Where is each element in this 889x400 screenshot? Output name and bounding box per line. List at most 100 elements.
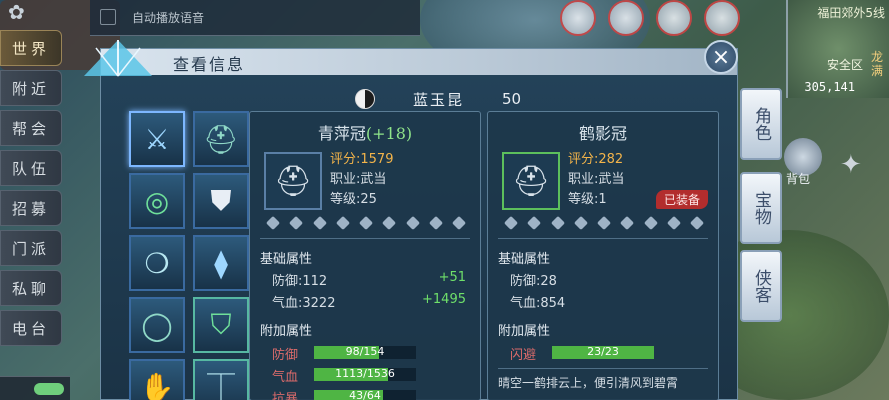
item-level: 等级:1 xyxy=(568,192,607,207)
gem-socket-icon xyxy=(405,215,420,231)
armor-icon: ⛊ xyxy=(210,184,232,217)
bag-label: 背包 xyxy=(786,172,811,186)
stat-bar-text: 43/64 xyxy=(349,389,381,400)
map-safe-zone: 安全区 xyxy=(826,58,863,72)
extra-stat-label: 气血 xyxy=(272,370,299,385)
score-label: 评分: xyxy=(330,152,361,167)
stat-bar-track: 43/64 xyxy=(314,389,416,400)
activity-icon[interactable] xyxy=(608,0,644,36)
item-info: 评分:282 职业:武当 等级:1 xyxy=(568,150,624,210)
map-location-name: 福田郊外5线 xyxy=(817,6,885,20)
claw-weapon-icon: ⚔ xyxy=(144,122,170,156)
equip-slot[interactable]: ◯ xyxy=(129,297,185,353)
equip-slot[interactable]: ⚔ xyxy=(129,111,185,167)
item-title: 鹤影冠 xyxy=(488,120,718,144)
boots-icon: ⏉ xyxy=(206,372,235,400)
guest-button-label: 侠客 xyxy=(751,269,771,303)
gem-socket-icon xyxy=(358,215,374,231)
character-button[interactable]: 角色 xyxy=(740,88,782,160)
equipped-item-card: 鹤影冠 ⛑ 评分:282 职业:武当 等级:1 已装备 基础属性 防御:28 气… xyxy=(487,111,719,400)
gem-socket-icon xyxy=(666,215,681,231)
map-side-text: 龙满 xyxy=(871,50,884,78)
reward-icon[interactable] xyxy=(704,0,740,36)
necklace-icon: ◎ xyxy=(144,184,170,218)
stat-value: 气血:3222 xyxy=(272,296,336,311)
extra-stat-label: 抗暴 xyxy=(272,392,299,400)
equip-slot[interactable]: ◎ xyxy=(129,173,185,229)
guest-button[interactable]: 侠客 xyxy=(740,250,782,322)
close-button[interactable]: × xyxy=(704,40,738,74)
item-enhance-level: (+18) xyxy=(365,124,413,143)
divider xyxy=(498,238,708,239)
divider xyxy=(260,238,470,239)
hat-icon: ⛑ xyxy=(203,122,239,156)
character-button-label: 角色 xyxy=(751,107,771,141)
stat-bar-track: 23/23 xyxy=(552,345,654,359)
stat-bar-track: 1113/1536 xyxy=(314,367,416,381)
item-level: 等级:25 xyxy=(330,192,377,207)
gem-socket-icon xyxy=(689,215,705,231)
item-score: 1579 xyxy=(360,152,394,167)
stat-bar-text: 98/154 xyxy=(345,345,385,358)
equip-slot[interactable]: ⛊ xyxy=(193,173,249,229)
belt-icon: ⧫ xyxy=(214,246,228,280)
item-name: 鹤影冠 xyxy=(578,124,627,143)
item-class: 职业:武当 xyxy=(568,172,625,187)
auto-voice-checkbox[interactable] xyxy=(100,9,116,25)
shop-icon[interactable] xyxy=(656,0,692,36)
gem-socket-icon xyxy=(265,215,281,231)
chat-tab-guild[interactable]: 帮会 xyxy=(0,110,62,146)
equip-slot[interactable]: ⛑ xyxy=(193,111,249,167)
fan-emblem-icon xyxy=(84,40,152,77)
shuriken-icon[interactable]: ✦ xyxy=(840,150,862,180)
chat-tab-nearby[interactable]: 附近 xyxy=(0,70,62,106)
gem-socket-icon xyxy=(596,215,612,231)
gem-socket-icon xyxy=(573,215,588,231)
gem-socket-icon xyxy=(289,215,304,231)
equip-slot[interactable]: ⏉ xyxy=(193,359,249,400)
stat-bar-text: 23/23 xyxy=(587,345,619,358)
chat-tab-recruit[interactable]: 招募 xyxy=(0,190,62,226)
chat-tab-private[interactable]: 私聊 xyxy=(0,270,62,306)
event-icon[interactable] xyxy=(560,0,596,36)
chat-toggle-switch[interactable] xyxy=(34,383,64,395)
chat-channel-tabs: 世界 附近 帮会 队伍 招募 门派 私聊 电台 xyxy=(0,30,64,350)
extra-stats-header: 附加属性 xyxy=(498,324,551,339)
map-coordinates: 305,141 xyxy=(804,80,855,94)
player-info: 蓝玉昆 50 xyxy=(355,87,521,111)
chat-logo-icon: ✿ xyxy=(8,0,25,24)
auto-voice-label: 自动播放语音 xyxy=(132,11,205,25)
player-name: 蓝玉昆 xyxy=(413,90,465,109)
base-stat-row: 防御:28 xyxy=(510,270,704,290)
dialog-title: 查看信息 xyxy=(173,55,246,74)
stat-diff: +51 xyxy=(438,270,466,285)
base-stat-row: 防御:112 +51 xyxy=(272,270,466,290)
stat-value: 防御:112 xyxy=(272,274,328,289)
score-label: 评分: xyxy=(568,152,599,167)
chat-tab-sect[interactable]: 门派 xyxy=(0,230,62,266)
gem-socket-icon xyxy=(451,215,467,231)
chat-tab-radio[interactable]: 电台 xyxy=(0,310,62,346)
top-hud-icons xyxy=(560,0,790,46)
equip-slot[interactable]: ⛉ xyxy=(193,297,249,353)
gem-socket-row xyxy=(265,215,467,231)
extra-stat-label: 防御 xyxy=(272,348,299,363)
item-name: 青萍冠 xyxy=(317,124,366,143)
ring-icon: ◯ xyxy=(141,308,173,342)
base-stat-row: 气血:3222 +1495 xyxy=(272,292,466,312)
chat-tab-team[interactable]: 队伍 xyxy=(0,150,62,186)
treasure-button[interactable]: 宝物 xyxy=(740,172,782,244)
minimap[interactable]: 福田郊外5线 安全区 305,141 龙满 xyxy=(786,0,889,98)
equip-slot[interactable]: ❍ xyxy=(129,235,185,291)
item-class: 职业:武当 xyxy=(330,172,387,187)
equip-slot[interactable]: ⧫ xyxy=(193,235,249,291)
equip-slot[interactable]: ✋ xyxy=(129,359,185,400)
stat-bar-track: 98/154 xyxy=(314,345,416,359)
gem-socket-icon xyxy=(335,215,350,231)
chat-tab-world[interactable]: 世界 xyxy=(0,30,62,66)
item-score: 282 xyxy=(598,152,624,167)
gem-socket-icon xyxy=(620,215,635,231)
item-hat-icon: ⛑ xyxy=(264,152,322,210)
treasure-button-label: 宝物 xyxy=(751,191,771,225)
extra-stats-header: 附加属性 xyxy=(260,324,313,339)
